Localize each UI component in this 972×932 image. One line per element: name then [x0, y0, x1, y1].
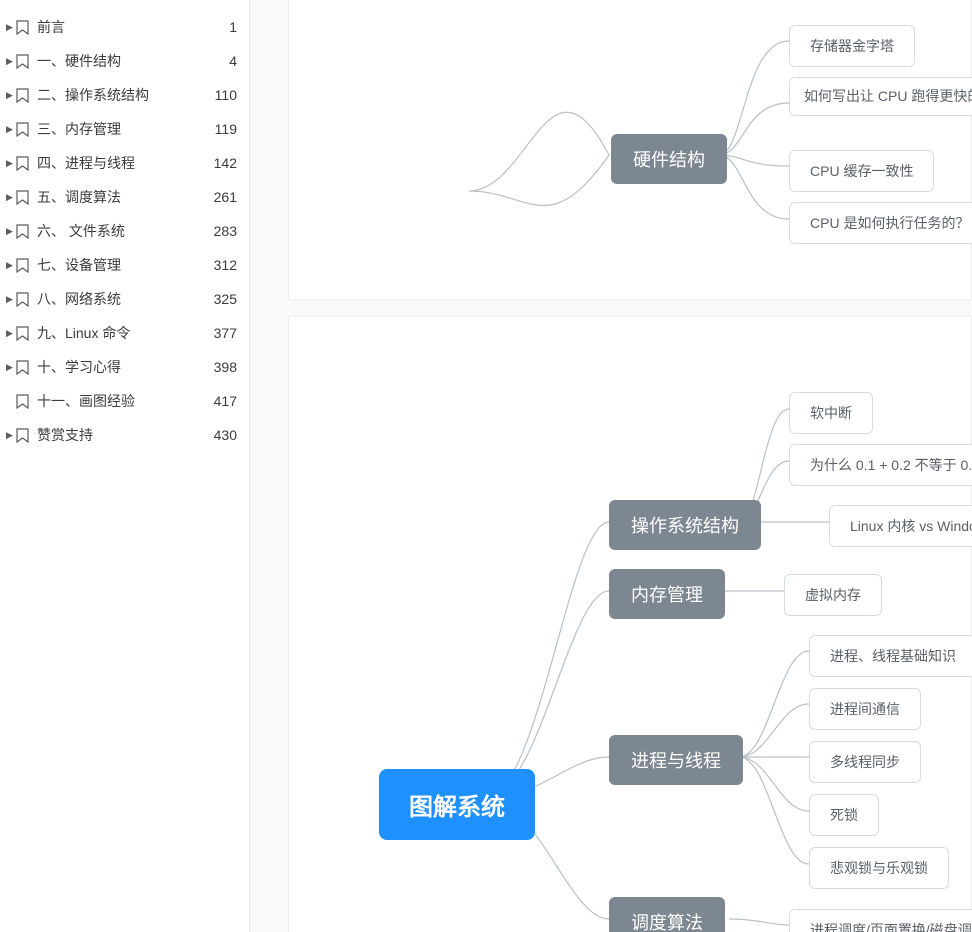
bookmark-icon — [16, 394, 29, 409]
toc-item-page: 417 — [214, 393, 237, 409]
bookmark-icon — [16, 258, 29, 273]
toc-item-label: 十、学习心得 — [37, 357, 214, 377]
toc-item-page: 430 — [214, 427, 237, 443]
bookmark-icon — [16, 190, 29, 205]
toc-item[interactable]: ▶ 六、 文件系统 283 — [0, 214, 249, 248]
mindmap-branch-process-thread: 进程与线程 — [609, 735, 743, 785]
mindmap-branch-scheduling: 调度算法 — [609, 897, 725, 932]
bookmark-icon — [16, 292, 29, 307]
toc-item-page: 398 — [214, 359, 237, 375]
mindmap-leaf: 死锁 — [809, 794, 879, 836]
mindmap-hardware: 硬件结构 存储器金字塔 如何写出让 CPU 跑得更快的代码？ CPU 缓存一致性… — [289, 0, 971, 299]
toc-item-page: 110 — [215, 87, 237, 103]
caret-icon: ▶ — [6, 294, 14, 305]
caret-icon: ▶ — [6, 90, 14, 101]
mindmap-leaf: 存储器金字塔 — [789, 25, 915, 67]
toc-item-label: 一、硬件结构 — [37, 51, 229, 71]
bookmark-icon — [16, 326, 29, 341]
caret-icon: ▶ — [6, 226, 14, 237]
mindmap-leaf: 进程、线程基础知识 — [809, 635, 972, 677]
bookmark-icon — [16, 88, 29, 103]
caret-icon: ▶ — [6, 158, 14, 169]
toc-item[interactable]: ▶ 十、学习心得 398 — [0, 350, 249, 384]
toc-item[interactable]: ▶ 五、调度算法 261 — [0, 180, 249, 214]
toc-item-page: 283 — [214, 223, 237, 239]
toc-item-page: 119 — [215, 121, 237, 137]
caret-icon: ▶ — [6, 260, 14, 271]
toc-item-label: 十一、画图经验 — [37, 391, 214, 411]
toc-item-page: 325 — [214, 291, 237, 307]
panel-2: 图解系统 操作系统结构 软中断 为什么 0.1 + 0.2 不等于 0.3 ？ … — [288, 316, 972, 932]
bookmark-icon — [16, 428, 29, 443]
bookmark-icon — [16, 224, 29, 239]
bookmark-icon — [16, 360, 29, 375]
caret-icon: ▶ — [6, 362, 14, 373]
toc-item-label: 六、 文件系统 — [37, 221, 214, 241]
mindmap-leaf: 为什么 0.1 + 0.2 不等于 0.3 ？ — [789, 444, 972, 486]
toc-item[interactable]: ▶ 三、内存管理 119 — [0, 112, 249, 146]
mindmap-leaf: Linux 内核 vs Windows 内核 — [829, 505, 972, 547]
caret-icon: ▶ — [6, 192, 14, 203]
toc-item[interactable]: ▶ 前言 1 — [0, 10, 249, 44]
mindmap-root: 图解系统 — [379, 769, 535, 840]
toc-item[interactable]: ▶ 二、操作系统结构 110 — [0, 78, 249, 112]
toc-item-label: 赞赏支持 — [37, 425, 214, 445]
mindmap-leaf: 软中断 — [789, 392, 873, 434]
toc-item-label: 三、内存管理 — [37, 119, 215, 139]
toc-item[interactable]: ▶ 八、网络系统 325 — [0, 282, 249, 316]
toc-item[interactable]: ▶ 七、设备管理 312 — [0, 248, 249, 282]
caret-icon: ▶ — [6, 22, 14, 33]
toc-item-label: 九、Linux 命令 — [37, 323, 214, 343]
toc-item-label: 前言 — [37, 17, 229, 37]
mindmap-branch-hardware: 硬件结构 — [611, 134, 727, 184]
caret-icon: ▶ — [6, 430, 14, 441]
toc-item[interactable]: ▶ 十一、画图经验 417 — [0, 384, 249, 418]
toc-item-page: 261 — [214, 189, 237, 205]
caret-icon: ▶ — [6, 124, 14, 135]
main-content: 硬件结构 存储器金字塔 如何写出让 CPU 跑得更快的代码？ CPU 缓存一致性… — [250, 0, 972, 932]
mindmap-system: 图解系统 操作系统结构 软中断 为什么 0.1 + 0.2 不等于 0.3 ？ … — [289, 317, 971, 932]
toc-item-page: 377 — [214, 325, 237, 341]
bookmark-icon — [16, 20, 29, 35]
mindmap-leaf: 悲观锁与乐观锁 — [809, 847, 949, 889]
toc-item[interactable]: ▶ 一、硬件结构 4 — [0, 44, 249, 78]
caret-icon: ▶ — [6, 328, 14, 339]
toc-item-label: 五、调度算法 — [37, 187, 214, 207]
toc-item[interactable]: ▶ 四、进程与线程 142 — [0, 146, 249, 180]
bookmark-icon — [16, 122, 29, 137]
mindmap-leaf: 虚拟内存 — [784, 574, 882, 616]
toc-item-label: 四、进程与线程 — [37, 153, 214, 173]
toc-item-page: 142 — [214, 155, 237, 171]
caret-icon: ▶ — [6, 56, 14, 67]
toc-item-label: 七、设备管理 — [37, 255, 214, 275]
toc-item[interactable]: ▶ 赞赏支持 430 — [0, 418, 249, 452]
bookmark-icon — [16, 54, 29, 69]
mindmap-leaf: 进程间通信 — [809, 688, 921, 730]
toc-item-label: 二、操作系统结构 — [37, 85, 215, 105]
app-container: ▶ 前言 1 ▶ 一、硬件结构 4 ▶ 二、操作系统结构 110 ▶ 三、内存管… — [0, 0, 972, 932]
toc-item-page: 312 — [214, 257, 237, 273]
toc-item-page: 1 — [229, 19, 237, 35]
sidebar-toc: ▶ 前言 1 ▶ 一、硬件结构 4 ▶ 二、操作系统结构 110 ▶ 三、内存管… — [0, 0, 250, 932]
toc-item-label: 八、网络系统 — [37, 289, 214, 309]
mindmap-branch-os-structure: 操作系统结构 — [609, 500, 761, 550]
mindmap-leaf: 多线程同步 — [809, 741, 921, 783]
mindmap-leaf: 如何写出让 CPU 跑得更快的代码？ — [789, 77, 972, 116]
bookmark-icon — [16, 156, 29, 171]
mindmap-branch-memory: 内存管理 — [609, 569, 725, 619]
mindmap-leaf: CPU 是如何执行任务的？ — [789, 202, 972, 244]
mindmap-leaf: CPU 缓存一致性 — [789, 150, 934, 192]
toc-item[interactable]: ▶ 九、Linux 命令 377 — [0, 316, 249, 350]
panel-1: 硬件结构 存储器金字塔 如何写出让 CPU 跑得更快的代码？ CPU 缓存一致性… — [288, 0, 972, 300]
toc-item-page: 4 — [229, 53, 237, 69]
mindmap-leaf: 进程调度/页面置换/磁盘调度算法 — [789, 909, 972, 932]
